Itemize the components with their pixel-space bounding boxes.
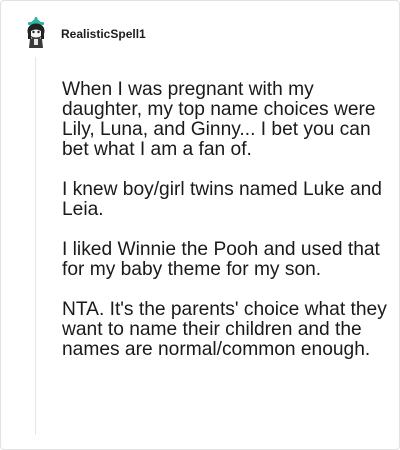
snoo-avatar-icon — [27, 17, 45, 48]
comment-paragraph: NTA. It's the parents' choice what they … — [62, 299, 387, 360]
comment-paragraph: I liked Winnie the Pooh and used that fo… — [62, 239, 380, 280]
comment-author[interactable]: RealisticSpell1 — [61, 27, 146, 41]
thread-line[interactable] — [35, 57, 36, 435]
comment-card: RealisticSpell1 When I was pregnant with… — [0, 0, 400, 450]
comment-paragraph: When I was pregnant with my daughter, my… — [62, 79, 376, 160]
comment-body: When I was pregnant with my daughter, my… — [62, 80, 387, 360]
comment-paragraph: I knew boy/girl twins named Luke and Lei… — [62, 179, 382, 220]
avatar[interactable] — [22, 17, 50, 49]
